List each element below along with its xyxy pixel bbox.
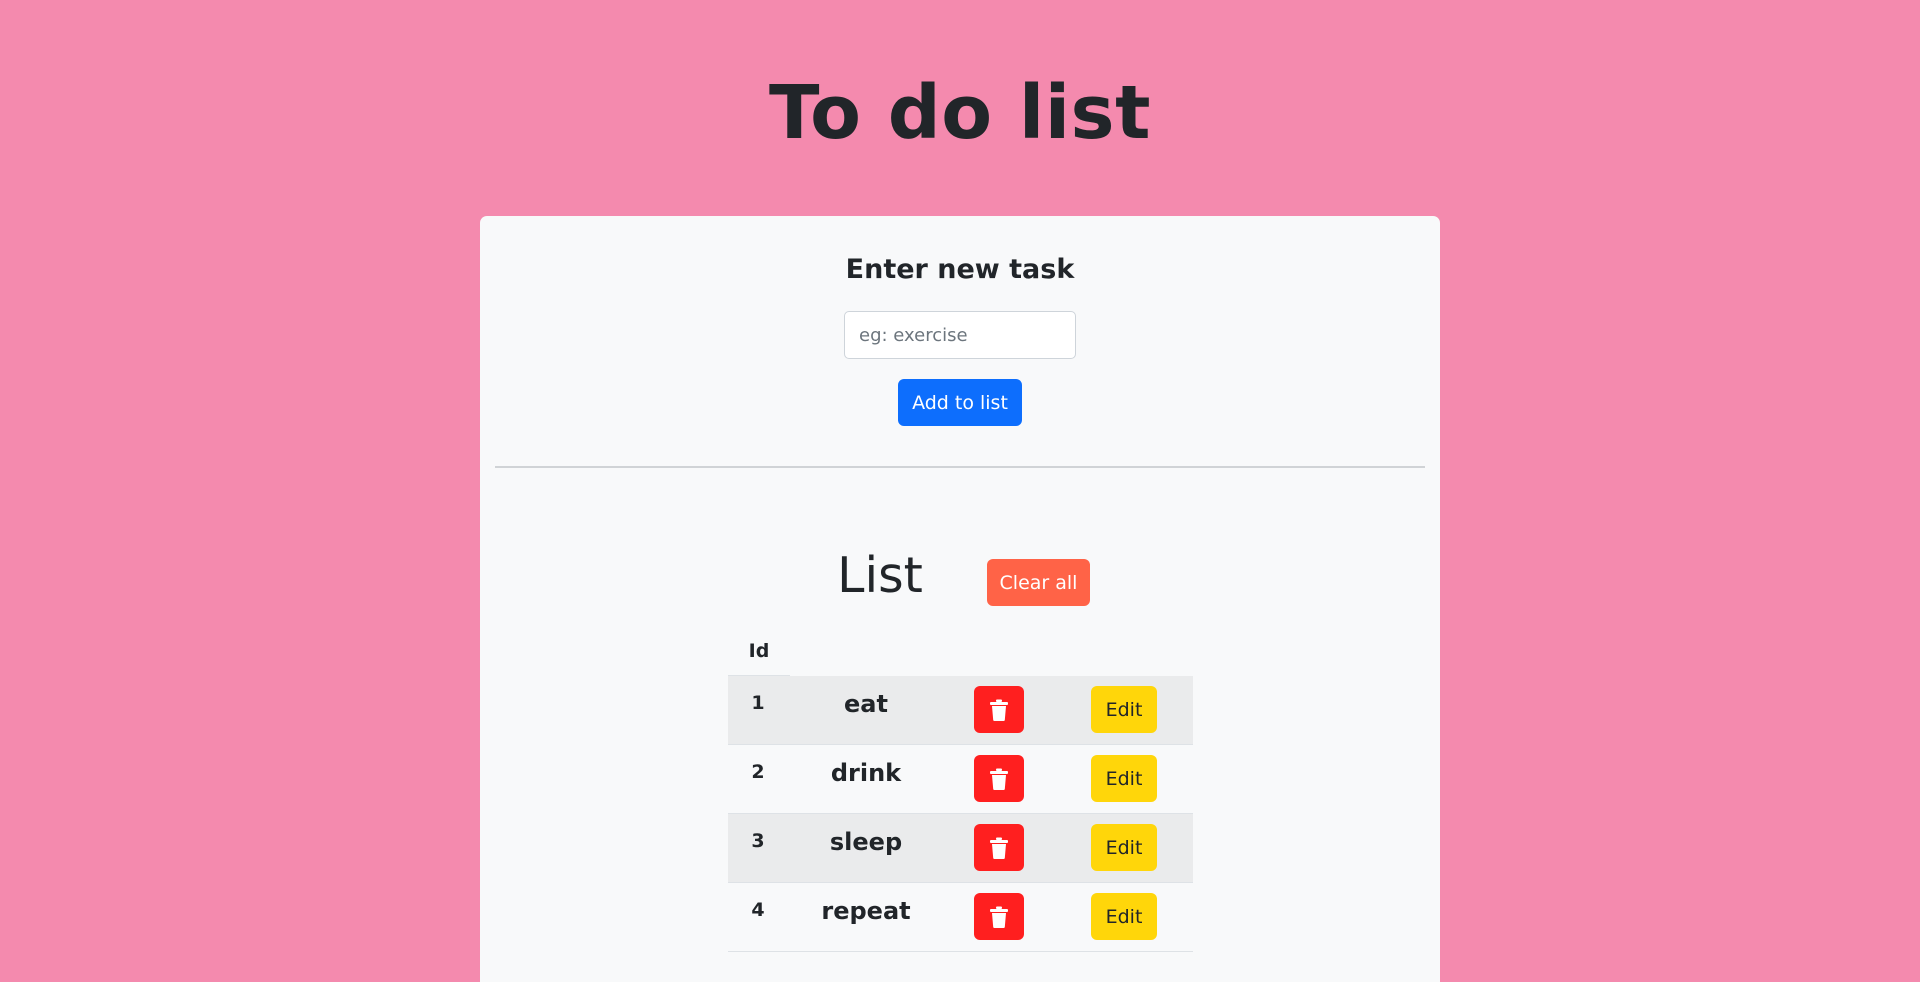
task-name: repeat bbox=[821, 897, 911, 925]
add-to-list-button[interactable]: Add to list bbox=[898, 379, 1022, 426]
task-id: 1 bbox=[751, 692, 765, 714]
delete-button[interactable] bbox=[974, 824, 1024, 871]
task-name: drink bbox=[830, 759, 902, 787]
trash-icon bbox=[990, 768, 1008, 790]
task-input[interactable] bbox=[844, 311, 1076, 359]
column-header-id: Id bbox=[728, 628, 790, 676]
edit-button[interactable]: Edit bbox=[1091, 893, 1157, 940]
delete-button[interactable] bbox=[974, 686, 1024, 733]
trash-icon bbox=[990, 699, 1008, 721]
trash-icon bbox=[990, 906, 1008, 928]
list-heading: List bbox=[837, 547, 923, 604]
delete-button[interactable] bbox=[974, 893, 1024, 940]
task-name: eat bbox=[844, 690, 888, 718]
form-heading: Enter new task bbox=[845, 254, 1075, 285]
table-row: 3 sleep Edit bbox=[728, 814, 1193, 883]
edit-button[interactable]: Edit bbox=[1091, 755, 1157, 802]
divider bbox=[495, 466, 1425, 468]
todo-card: Enter new task Add to list List Clear al… bbox=[480, 216, 1440, 982]
task-id: 4 bbox=[751, 899, 765, 921]
clear-all-button[interactable]: Clear all bbox=[987, 559, 1090, 606]
table-row: 2 drink Edit bbox=[728, 745, 1193, 814]
task-id: 3 bbox=[751, 830, 765, 852]
task-id: 2 bbox=[751, 761, 765, 783]
trash-icon bbox=[990, 837, 1008, 859]
table-row: 1 eat Edit bbox=[728, 676, 1193, 745]
table-row: 4 repeat Edit bbox=[728, 883, 1193, 952]
edit-button[interactable]: Edit bbox=[1091, 686, 1157, 733]
task-name: sleep bbox=[829, 828, 903, 856]
edit-button[interactable]: Edit bbox=[1091, 824, 1157, 871]
delete-button[interactable] bbox=[974, 755, 1024, 802]
page-title: To do list bbox=[769, 70, 1151, 156]
